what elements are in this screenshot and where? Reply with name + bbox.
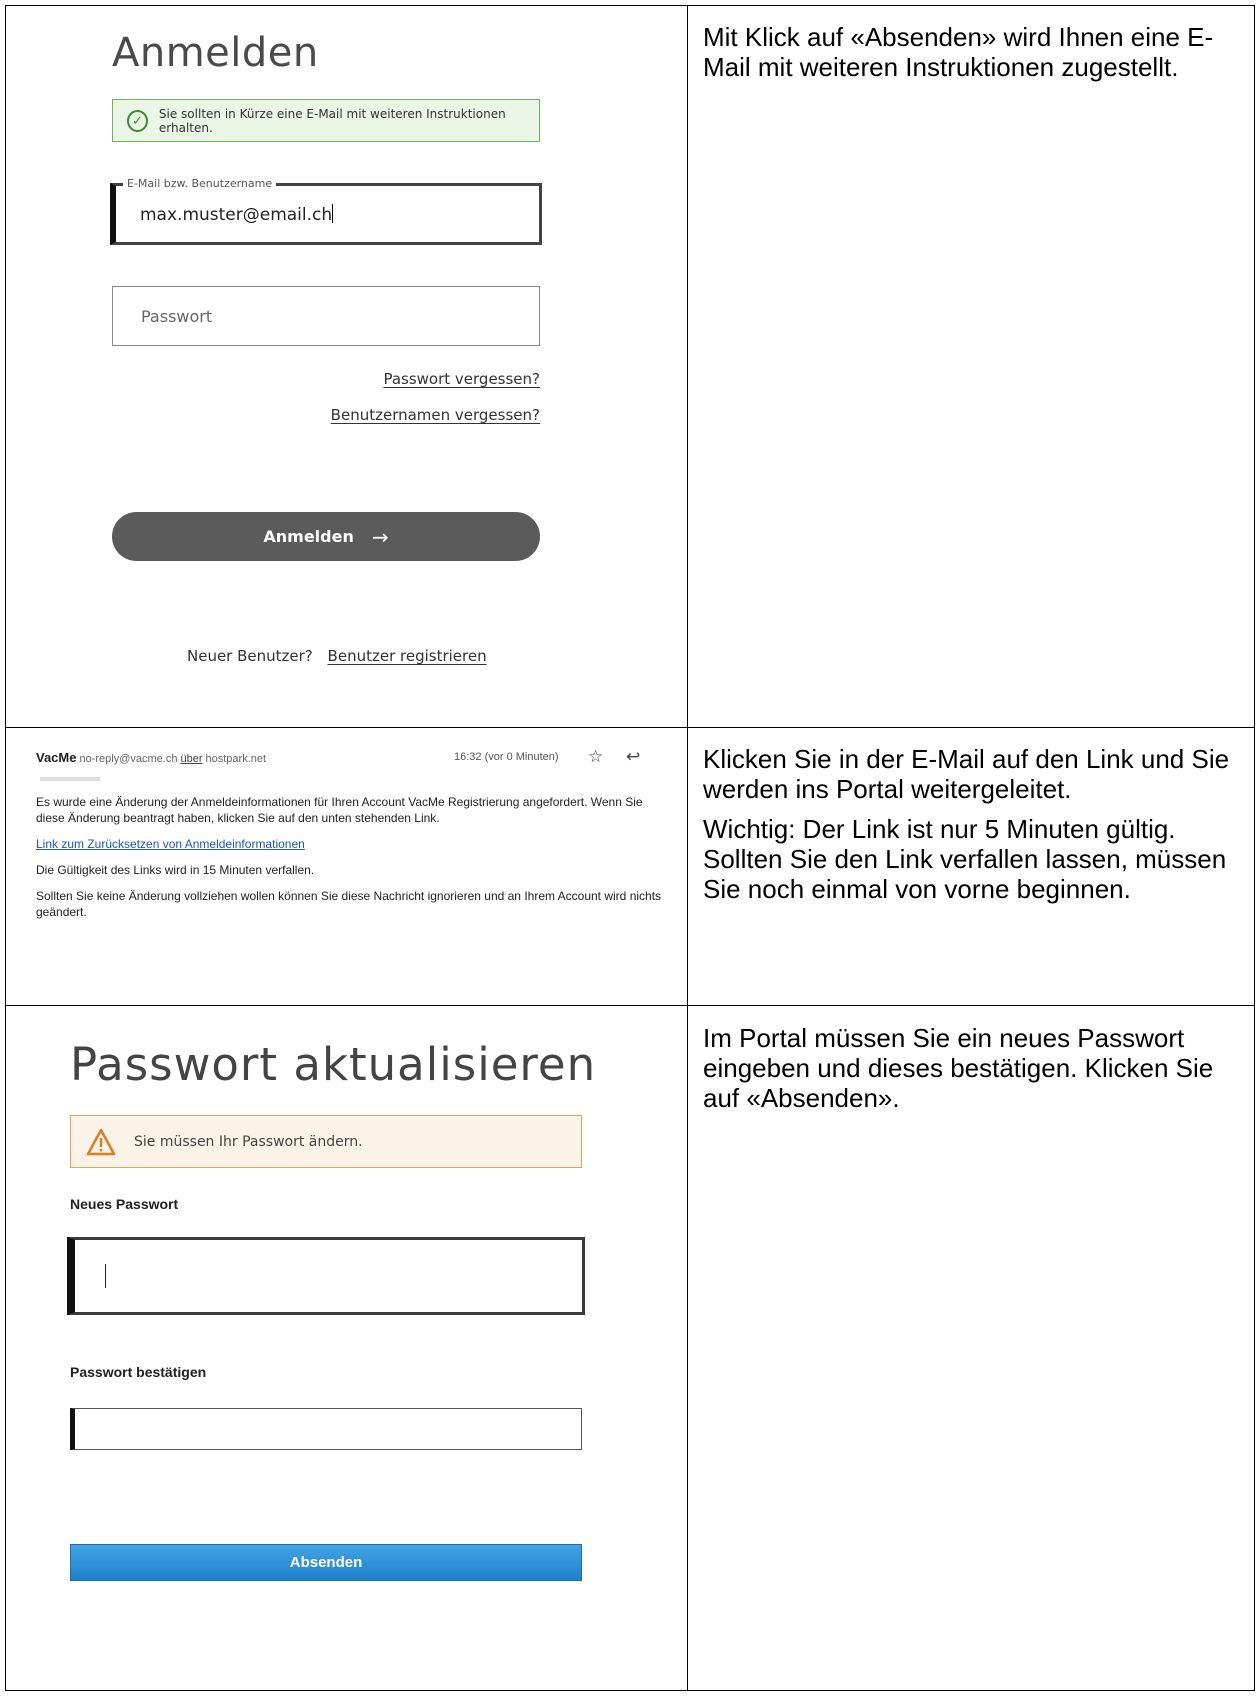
text-cursor — [332, 204, 334, 223]
email-address: no-reply@vacme.ch — [79, 753, 178, 765]
email-header: VacMe no-reply@vacme.ch über hostpark.net 1… — [36, 747, 666, 768]
email-time: 16:32 (vor 0 Minuten) — [454, 751, 559, 763]
register-row: Neuer Benutzer? Benutzer registrieren — [187, 647, 487, 665]
email-field-label: E-Mail bzw. Benutzername — [123, 177, 277, 190]
row-2-description: Klicken Sie in der E-Mail auf den Link u… — [703, 744, 1233, 914]
email-value: max.muster@email.ch — [140, 205, 333, 225]
success-alert: ✓ Sie sollten in Kürze eine E-Mail mit w… — [112, 99, 540, 142]
email-body: Es wurde eine Änderung der Anmeldeinform… — [36, 795, 643, 825]
warning-message: Sie müssen Ihr Passwort ändern. — [134, 1133, 363, 1150]
confirm-password-label: Passwort bestätigen — [70, 1364, 207, 1380]
star-icon[interactable]: ☆ — [588, 747, 603, 767]
recipient-line — [36, 770, 666, 781]
check-circle-icon: ✓ — [127, 109, 148, 132]
email-message: VacMe no-reply@vacme.ch über hostpark.net 1… — [36, 747, 666, 930]
recipient-redacted — [40, 777, 100, 781]
row-divider — [5, 1005, 1255, 1006]
row-3-description: Im Portal müssen Sie ein neues Passwort … — [703, 1023, 1233, 1123]
text-cursor — [105, 1264, 106, 1288]
reset-link[interactable]: Link zum Zurücksetzen von Anmeldeinforma… — [36, 837, 305, 851]
description-text: Klicken Sie in der E-Mail auf den Link u… — [703, 744, 1230, 804]
password-field[interactable]: Passwort — [112, 286, 540, 346]
column-divider — [687, 5, 688, 1691]
login-button[interactable]: Anmelden → — [112, 512, 540, 561]
new-password-input[interactable] — [67, 1237, 585, 1315]
confirm-password-input[interactable] — [70, 1408, 582, 1450]
email-host: hostpark.net — [205, 753, 267, 765]
description-text: Im Portal müssen Sie ein neues Passwort … — [703, 1023, 1214, 1113]
success-message: Sie sollten in Kürze eine E-Mail mit wei… — [158, 106, 506, 135]
password-placeholder: Passwort — [141, 307, 213, 326]
arrow-right-icon: → — [371, 524, 389, 549]
new-user-text: Neuer Benutzer? — [187, 647, 313, 665]
row-divider — [5, 727, 1255, 728]
email-sender: VacMe — [36, 750, 77, 765]
submit-button[interactable]: Absenden — [70, 1544, 582, 1581]
forgot-password-link[interactable]: Passwort vergessen? — [383, 370, 540, 388]
email-validity: Die Gültigkeit des Links wird in 15 Minu… — [36, 863, 315, 877]
warning-triangle-svg — [86, 1128, 116, 1155]
new-password-label: Neues Passwort — [70, 1196, 179, 1212]
warning-triangle-icon — [86, 1128, 116, 1156]
login-title: Anmelden — [112, 30, 319, 76]
warning-alert: Sie müssen Ihr Passwort ändern. — [70, 1115, 582, 1168]
description-note: Wichtig: Der Link ist nur 5 Minuten gült… — [703, 814, 1227, 904]
login-button-label: Anmelden — [263, 527, 354, 546]
email-value-wrap: max.muster@email.ch — [140, 204, 334, 225]
email-field[interactable]: E-Mail bzw. Benutzername max.muster@emai… — [110, 177, 542, 245]
reply-icon[interactable]: ↩ — [626, 747, 640, 767]
row-1-description: Mit Klick auf «Absenden» wird Ihnen eine… — [703, 22, 1233, 92]
description-text: Mit Klick auf «Absenden» wird Ihnen eine… — [703, 22, 1214, 82]
forgot-username-link[interactable]: Benutzernamen vergessen? — [331, 406, 540, 424]
register-link[interactable]: Benutzer registrieren — [328, 647, 487, 665]
email-ignore-note: Sollten Sie keine Änderung vollziehen wo… — [36, 889, 662, 919]
email-via: über — [180, 753, 203, 765]
update-password-title: Passwort aktualisieren — [70, 1038, 597, 1091]
